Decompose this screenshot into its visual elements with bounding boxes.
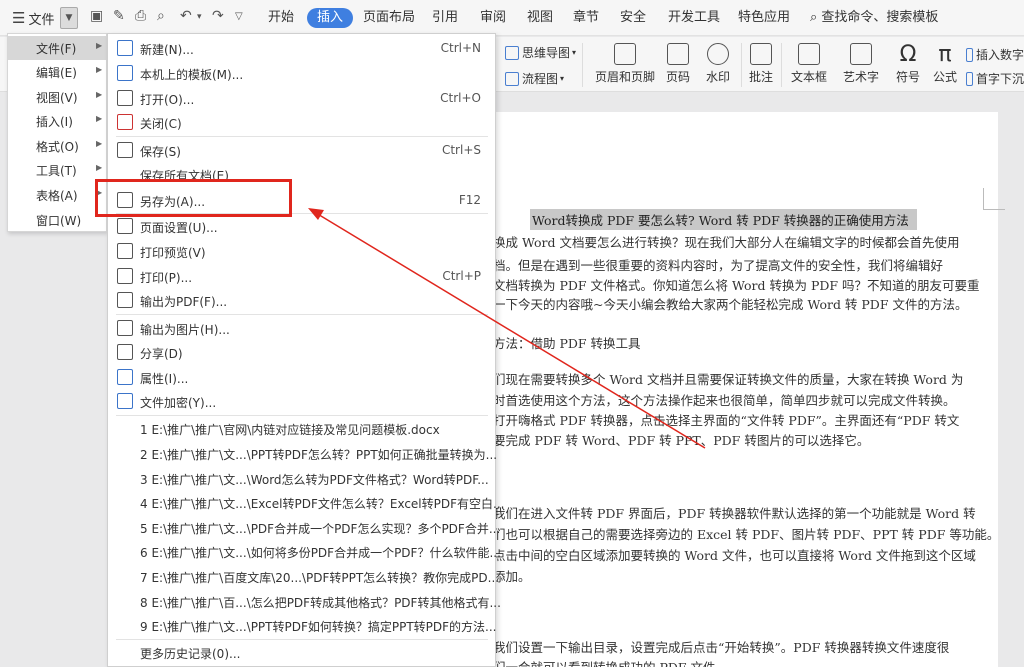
annotation-arrow bbox=[308, 208, 706, 449]
